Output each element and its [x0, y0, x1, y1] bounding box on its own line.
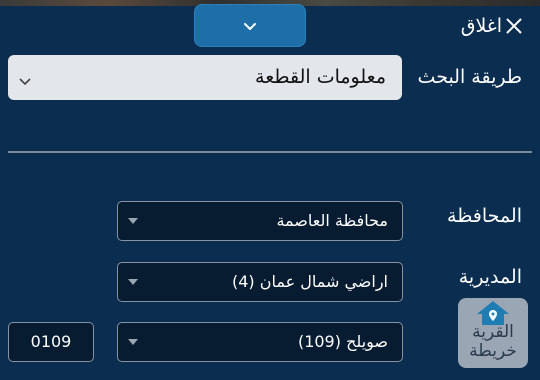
village-code-field[interactable]: 0109: [8, 322, 94, 362]
governorate-label: المحافظة: [447, 205, 522, 227]
directorate-label: المديرية: [458, 266, 522, 288]
search-method-value: معلومات القطعة: [255, 66, 386, 88]
village-map-button[interactable]: القرية خريطة: [458, 298, 528, 368]
governorate-value: محافظة العاصمة: [276, 211, 388, 230]
section-divider: [8, 151, 532, 153]
village-value: صويلح (109): [297, 332, 388, 351]
map-button-label: القرية خريطة: [458, 323, 528, 361]
map-button-line2: خريطة: [469, 341, 517, 361]
close-label: اغلاق: [460, 15, 502, 37]
chevron-down-icon: [243, 16, 257, 35]
chevron-down-icon: [19, 71, 31, 90]
search-method-select[interactable]: معلومات القطعة: [8, 55, 402, 100]
close-button[interactable]: اغلاق: [461, 14, 524, 38]
collapse-panel-button[interactable]: [194, 4, 306, 47]
map-button-line1: القرية: [472, 322, 514, 342]
caret-down-icon: [128, 279, 138, 285]
search-method-label: طريقة البحث: [417, 66, 522, 88]
caret-down-icon: [128, 218, 138, 224]
close-icon: [504, 16, 524, 36]
governorate-select[interactable]: محافظة العاصمة: [117, 201, 403, 241]
village-select[interactable]: صويلح (109): [117, 322, 403, 362]
directorate-value: اراضي شمال عمان (4): [231, 272, 388, 291]
caret-down-icon: [128, 339, 138, 345]
directorate-select[interactable]: اراضي شمال عمان (4): [117, 262, 403, 302]
